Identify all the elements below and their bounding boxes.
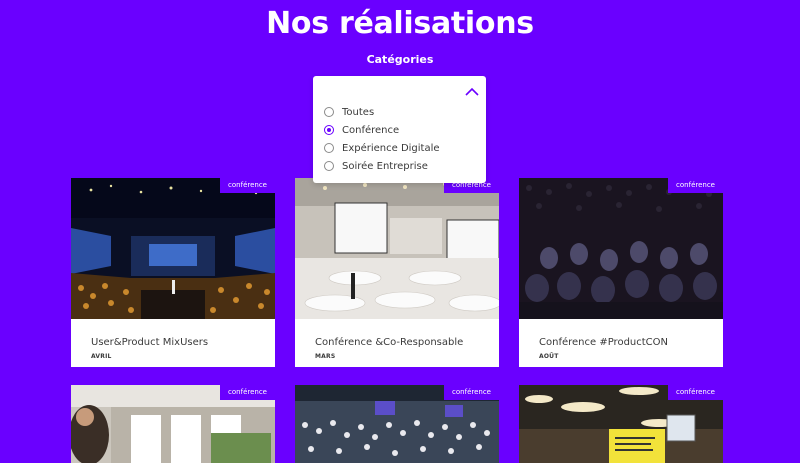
card-title: Conférence &Co-Responsable [315,337,464,348]
category-badge: conférence [220,385,275,400]
categories-dropdown[interactable]: Toutes Conférence Expérience Digitale So… [313,76,486,183]
option-label: Conférence [342,124,400,136]
radio-soiree-entreprise[interactable] [324,161,334,171]
card-title: Conférence #ProductCON [539,337,669,348]
auditorium-stage-photo [71,178,275,319]
category-badge: conférence [668,178,723,193]
category-badge: conférence [668,385,723,400]
card-month: AOÛT [539,353,559,360]
categories-label: Catégories [366,53,434,66]
category-option-toutes[interactable]: Toutes [324,105,374,119]
page-title: Nos réalisations [266,6,534,41]
card-month: AVRIL [91,353,112,360]
project-card-co-responsable[interactable]: conférence Conférence &Co-Responsable MA… [295,178,499,367]
category-option-experience-digitale[interactable]: Expérience Digitale [324,141,440,155]
audience-dark-photo [519,178,723,319]
category-option-conference[interactable]: Conférence [324,123,399,137]
card-month: MARS [315,353,336,360]
option-label: Toutes [342,106,375,118]
card-title: User&Product MixUsers [91,337,209,348]
project-card-4[interactable]: conférence [71,385,275,463]
radio-conference[interactable] [324,125,334,135]
project-card-user-product[interactable]: conférence User&Product MixUsers AVRIL [71,178,275,367]
project-card-6[interactable]: conférence [519,385,723,463]
category-badge: conférence [444,385,499,400]
project-card-productcon[interactable]: conférence Conférence #ProductCON AOÛT [519,178,723,367]
conference-room-photo [295,178,499,319]
project-card-5[interactable]: conférence [295,385,499,463]
category-option-soiree-entreprise[interactable]: Soirée Entreprise [324,159,428,173]
option-label: Soirée Entreprise [342,160,428,172]
chevron-up-icon[interactable] [465,87,479,97]
option-label: Expérience Digitale [342,142,440,154]
radio-experience-digitale[interactable] [324,143,334,153]
radio-toutes[interactable] [324,107,334,117]
category-badge: conférence [220,178,275,193]
